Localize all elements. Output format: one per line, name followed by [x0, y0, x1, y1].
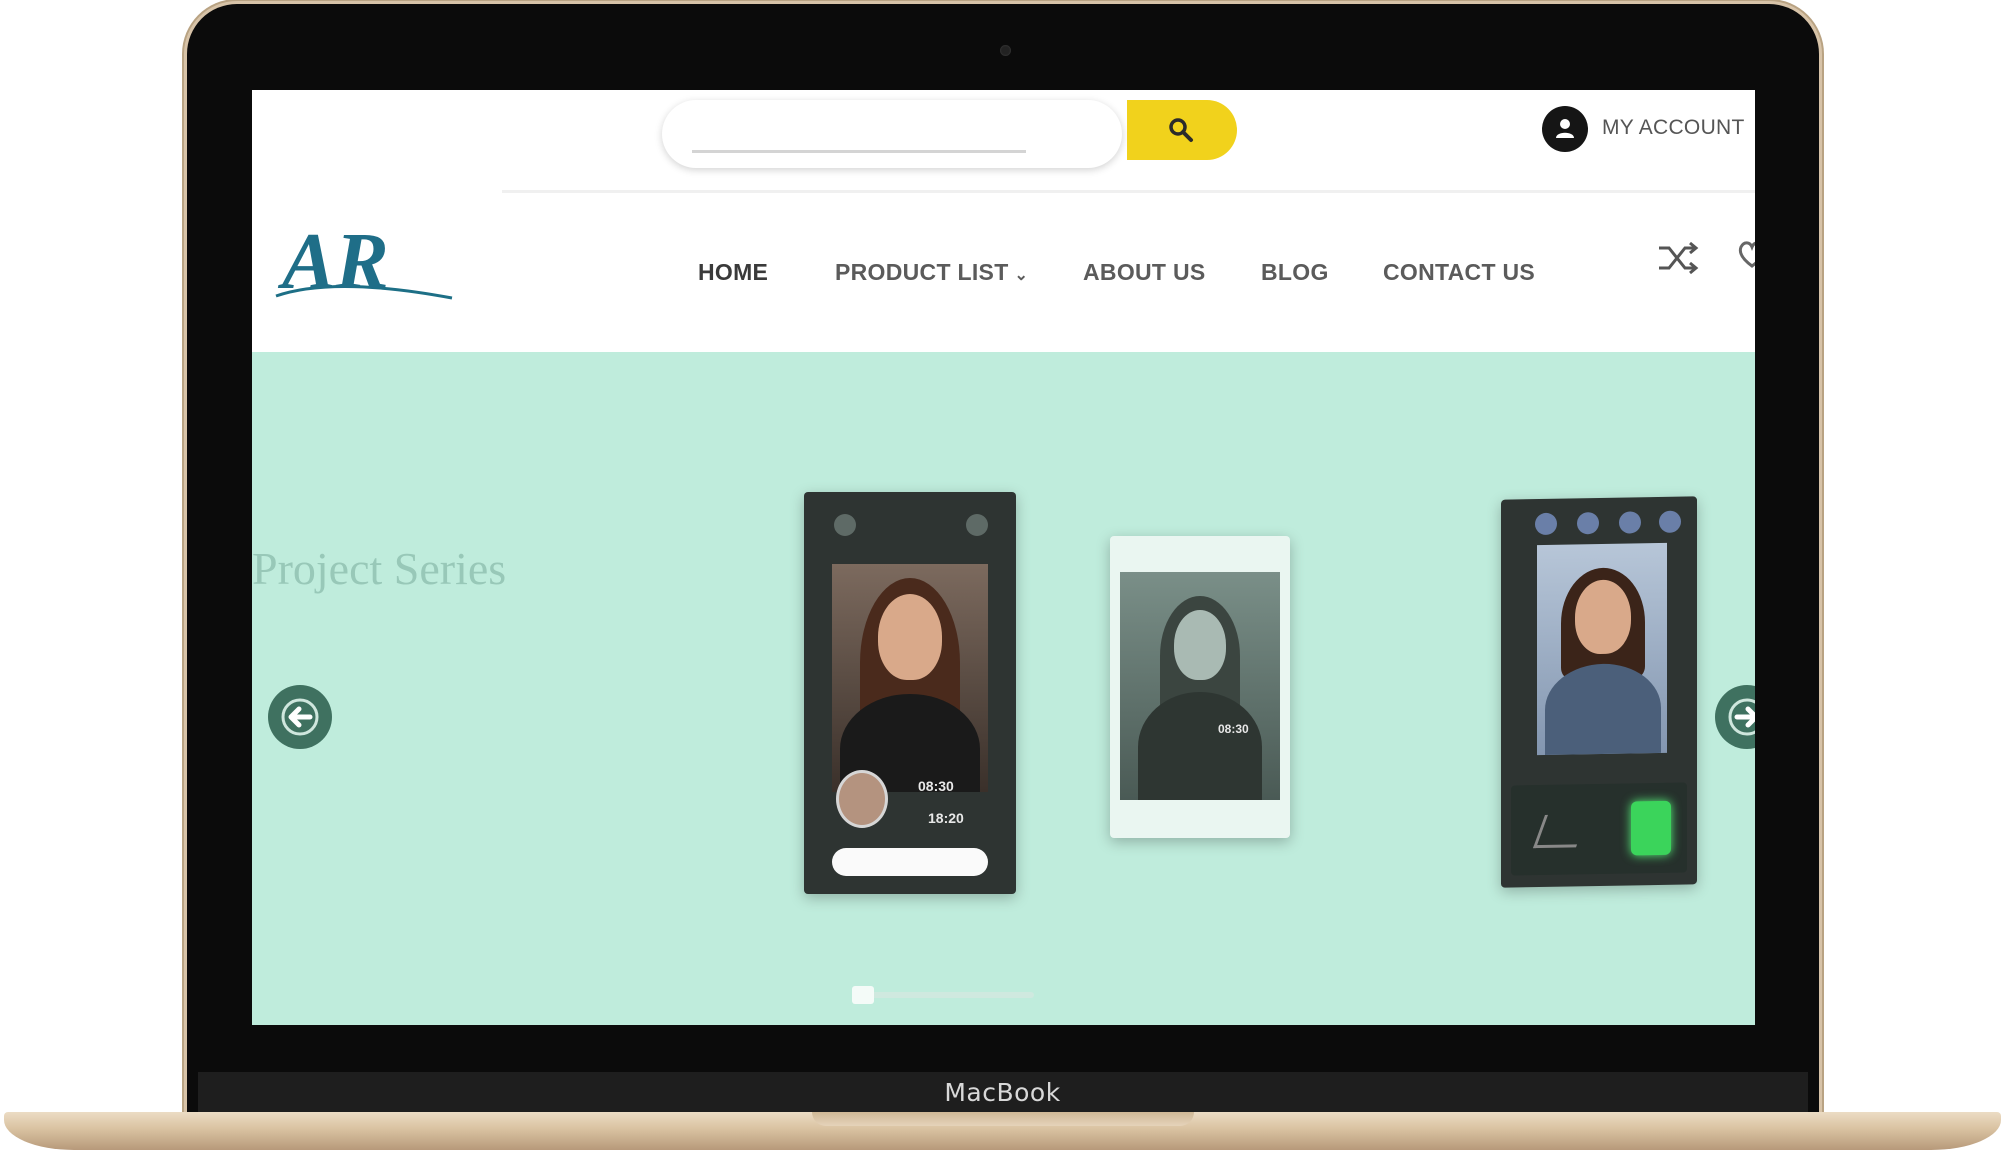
fingerprint-sensor: [1631, 800, 1671, 856]
nav-contact-us[interactable]: CONTACT US: [1383, 259, 1535, 286]
nav-product-list[interactable]: PRODUCT LIST ⌄: [835, 259, 1028, 286]
header-divider: [502, 190, 1755, 193]
device-2-time: 08:30: [1218, 722, 1249, 736]
search-button[interactable]: [1127, 100, 1237, 160]
device-1-thumbnail: [836, 770, 888, 828]
nav-about-us[interactable]: ABOUT US: [1083, 259, 1206, 286]
chevron-down-icon: ⌄: [1014, 267, 1029, 284]
account-icon[interactable]: [1542, 106, 1588, 152]
slider-pagination-dot[interactable]: [852, 986, 874, 1004]
hero-slider: Project Series 08:30 18:20 08:30: [252, 352, 1755, 1025]
device-1-status-bar: [832, 848, 988, 876]
nav-contact-us-label: CONTACT US: [1383, 259, 1536, 285]
slider-next-button[interactable]: [1715, 685, 1755, 749]
search-box: [662, 100, 1122, 168]
device-1-screen-photo: [832, 564, 988, 792]
slide-title: Project Series: [252, 543, 507, 594]
search-icon: [1169, 118, 1193, 142]
device-1-time-top: 08:30: [918, 778, 954, 794]
user-icon: [1556, 119, 1574, 138]
device-3-logo-mark: [1532, 814, 1589, 849]
arrow-right-icon: [1728, 698, 1755, 736]
product-device-1[interactable]: 08:30 18:20: [804, 492, 1016, 894]
nav-product-list-label: PRODUCT LIST: [835, 259, 1009, 285]
nav-blog-label: BLOG: [1261, 259, 1329, 285]
device-3-screen-photo: [1537, 542, 1667, 756]
heart-icon[interactable]: [1737, 238, 1755, 272]
shuffle-icon[interactable]: [1657, 240, 1699, 276]
nav-home[interactable]: HOME: [698, 259, 768, 286]
product-device-3[interactable]: [1501, 496, 1697, 888]
my-account-link[interactable]: MY ACCOUNT: [1602, 116, 1745, 140]
nav-about-us-label: ABOUT US: [1083, 259, 1206, 285]
laptop-hinge-notch: [812, 1112, 1194, 1126]
slider-pagination-track: [854, 992, 1034, 998]
slider-prev-button[interactable]: [268, 685, 332, 749]
search-input[interactable]: [692, 120, 1026, 153]
device-3-sensors: [1501, 496, 1697, 536]
device-2-screen-photo: 08:30: [1120, 572, 1280, 800]
arrow-left-icon: [281, 698, 319, 736]
device-brand-label: MacBook: [944, 1078, 1061, 1107]
main-nav: HOME PRODUCT LIST ⌄ ABOUT US BLOG CONTACT…: [252, 245, 1755, 305]
top-bar: MY ACCOUNT: [252, 90, 1755, 188]
webcam: [1000, 45, 1011, 56]
device-3-fingerprint-panel: [1511, 782, 1687, 876]
nav-blog[interactable]: BLOG: [1261, 259, 1329, 286]
screen: MY ACCOUNT AR HOME PRODUCT LIST ⌄ ABOUT U…: [252, 90, 1755, 1025]
product-device-2[interactable]: 08:30: [1110, 536, 1290, 838]
nav-home-label: HOME: [698, 259, 769, 285]
device-1-time-bottom: 18:20: [928, 810, 964, 826]
